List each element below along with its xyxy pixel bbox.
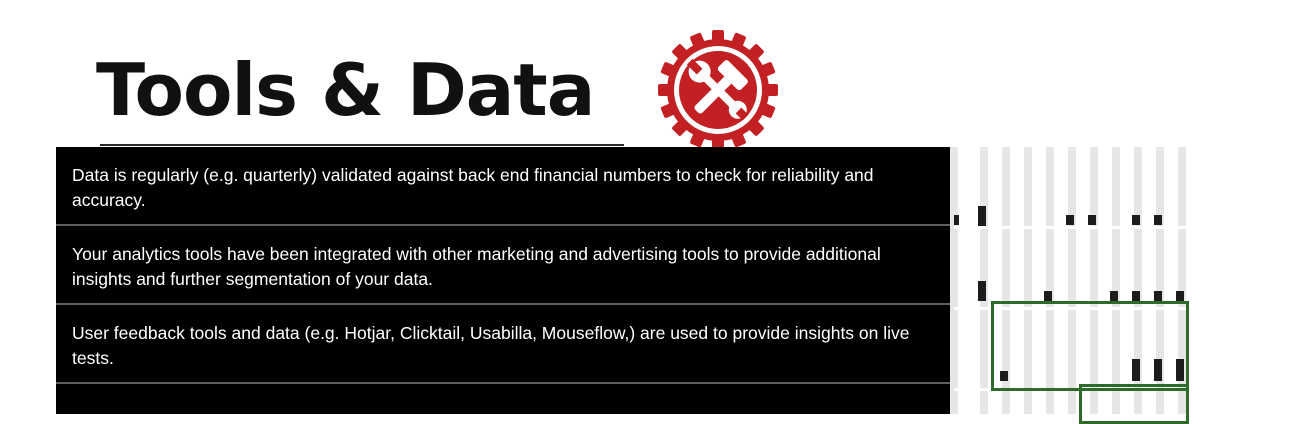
slide-title: Tools & Data xyxy=(96,48,595,132)
highlight-box xyxy=(991,301,1189,391)
grid-mark xyxy=(978,206,986,226)
checklist: Data is regularly (e.g. quarterly) valid… xyxy=(56,147,954,414)
grid-mark xyxy=(1132,291,1140,301)
checklist-row: User feedback tools and data (e.g. Hotja… xyxy=(56,305,954,384)
grid-mark xyxy=(978,281,986,301)
tools-gear-icon xyxy=(658,30,778,150)
checklist-row-text: Your analytics tools have been integrate… xyxy=(72,244,881,289)
rating-grid xyxy=(950,147,1292,424)
checklist-row: Data is regularly (e.g. quarterly) valid… xyxy=(56,147,954,226)
grid-mark xyxy=(1132,215,1140,225)
grid-mark xyxy=(1088,215,1096,225)
grid-mark xyxy=(1154,215,1162,225)
title-underline xyxy=(100,144,624,146)
grid-mark xyxy=(1176,291,1184,301)
checklist-row-text: Data is regularly (e.g. quarterly) valid… xyxy=(72,165,874,210)
grid-mark xyxy=(1154,291,1162,301)
grid-divider xyxy=(954,226,1194,229)
grid-mark xyxy=(1110,291,1118,301)
grid-mark xyxy=(954,215,959,225)
highlight-box xyxy=(1079,384,1189,424)
checklist-row-text: User feedback tools and data (e.g. Hotja… xyxy=(72,323,910,368)
checklist-row xyxy=(56,384,954,414)
grid-mark xyxy=(1044,291,1052,301)
grid-column xyxy=(950,147,958,414)
checklist-row: Your analytics tools have been integrate… xyxy=(56,226,954,305)
grid-mark xyxy=(1066,215,1074,225)
